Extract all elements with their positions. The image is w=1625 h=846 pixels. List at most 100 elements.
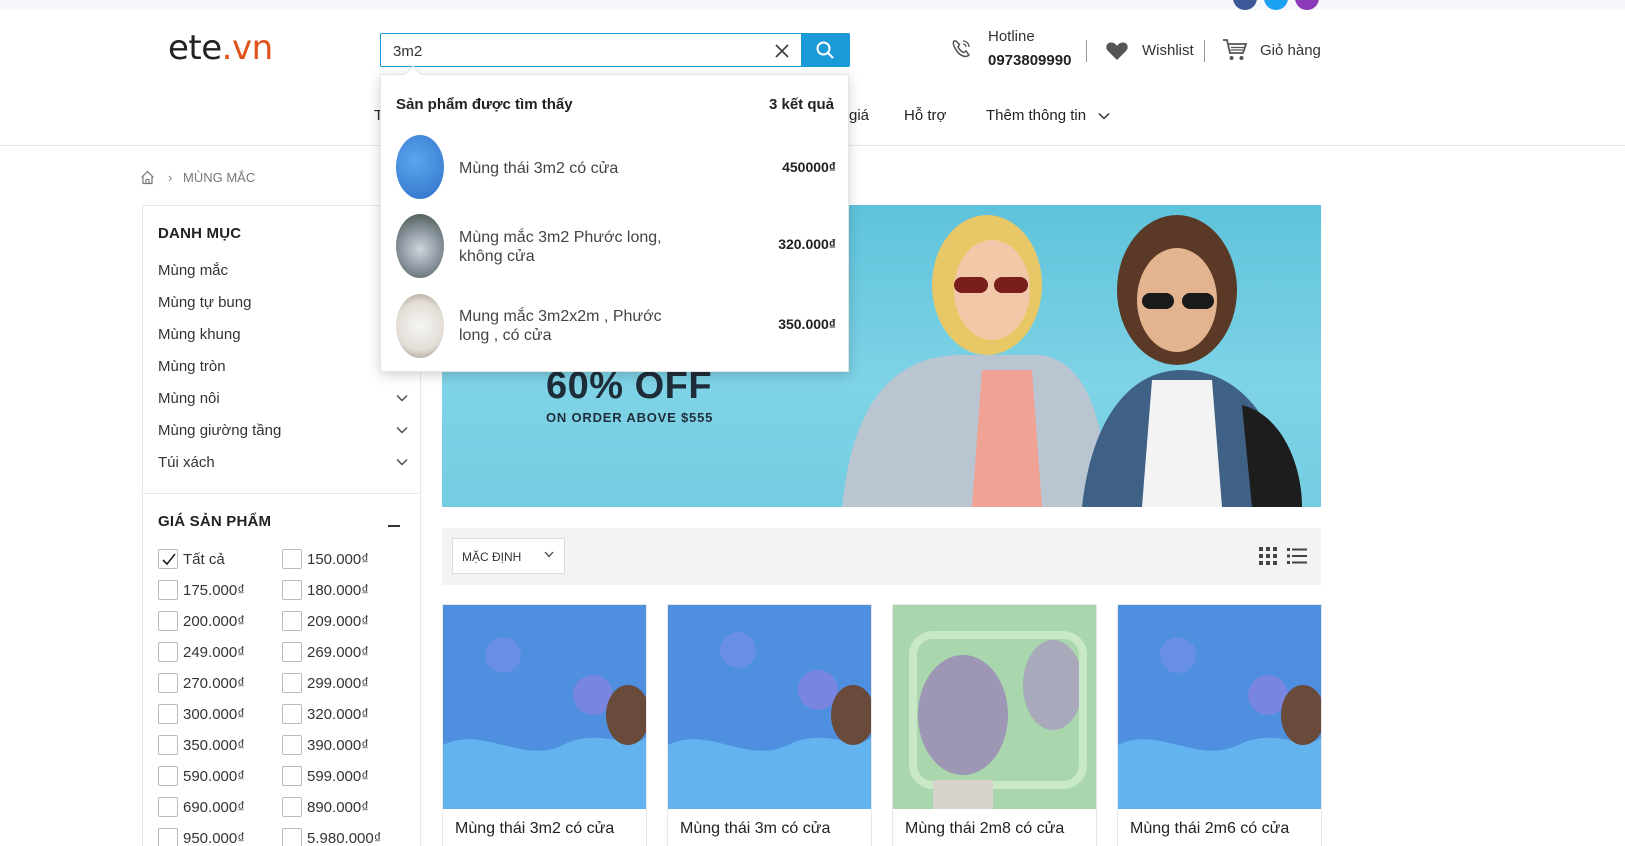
nav-item-price[interactable]: giá (849, 107, 869, 124)
divider (1204, 40, 1205, 62)
checkbox[interactable] (282, 580, 302, 600)
search-result-thumbnail (396, 294, 444, 358)
search-result-thumbnail (396, 135, 444, 199)
checkbox[interactable] (282, 735, 302, 755)
clear-search-icon[interactable] (769, 38, 795, 64)
search-results-title: Sản phẩm được tìm thấy (396, 96, 573, 113)
chevron-down-icon[interactable] (396, 426, 408, 434)
category-item[interactable]: Mùng giường tầng (158, 422, 408, 444)
category-item[interactable]: Mùng tròn (158, 358, 408, 380)
price-option-label: 390.000₫ (307, 737, 369, 754)
checkbox[interactable] (282, 828, 302, 846)
price-option-label: 590.000₫ (183, 768, 245, 785)
banner-subline: ON ORDER ABOVE $555 (546, 410, 714, 425)
price-option-label: Tất cả (183, 551, 225, 568)
heart-icon (1105, 40, 1129, 67)
checkbox[interactable] (158, 766, 178, 786)
site-logo[interactable]: ete.vn (168, 28, 273, 68)
category-label: Mùng mắc (158, 262, 229, 279)
price-option-label: 890.000₫ (307, 799, 369, 816)
breadcrumb-current: MÙNG MẮC (183, 170, 256, 185)
checkbox[interactable] (158, 797, 178, 817)
search-button[interactable] (801, 33, 850, 67)
checkbox[interactable] (282, 673, 302, 693)
category-label: Mùng tròn (158, 358, 226, 375)
search-box (380, 33, 850, 67)
chevron-down-icon[interactable] (396, 458, 408, 466)
checkbox[interactable] (282, 797, 302, 817)
price-option-label: 599.000₫ (307, 768, 369, 785)
search-result-item[interactable]: Mùng mắc 3m2 Phước long, không cửa 320.0… (396, 214, 836, 280)
category-item[interactable]: Mùng nôi (158, 390, 408, 412)
product-card[interactable]: Mùng thái 2m6 có cửa (1117, 604, 1322, 846)
product-card[interactable]: Mùng thái 2m8 có cửa (892, 604, 1097, 846)
category-label: Mùng khung (158, 326, 241, 343)
product-name[interactable]: Mùng thái 2m6 có cửa (1130, 820, 1289, 838)
category-label: Túi xách (158, 454, 215, 471)
wishlist-label: Wishlist (1142, 42, 1194, 59)
check-icon (162, 553, 176, 566)
sort-select[interactable]: MẶC ĐỊNH (452, 538, 565, 574)
checkbox[interactable] (282, 704, 302, 724)
checkbox[interactable] (158, 673, 178, 693)
price-option-label: 950.000₫ (183, 830, 245, 846)
search-result-item[interactable]: Mùng thái 3m2 có cửa 450000₫ (396, 135, 836, 201)
price-filter-panel: GIÁ SẢN PHẨM Tất cả 150.000₫ 175.000₫ 18… (142, 495, 421, 846)
product-card[interactable]: Mùng thái 3m có cửa (667, 604, 872, 846)
chevron-down-icon[interactable] (396, 394, 408, 402)
category-item[interactable]: Mùng khung (158, 326, 408, 348)
price-option-label: 350.000₫ (183, 737, 245, 754)
checkbox[interactable] (158, 611, 178, 631)
category-title: DANH MỤC (158, 225, 242, 242)
category-item[interactable]: Mùng mắc (158, 262, 408, 284)
home-icon[interactable] (140, 170, 155, 188)
checkbox[interactable] (158, 828, 178, 846)
price-option-label: 150.000₫ (307, 551, 369, 568)
list-view-icon[interactable] (1287, 547, 1307, 570)
dropdown-caret (404, 65, 422, 83)
grid-view-icon[interactable] (1259, 547, 1277, 570)
product-name[interactable]: Mùng thái 3m có cửa (680, 820, 830, 838)
product-name[interactable]: Mùng thái 3m2 có cửa (455, 820, 614, 838)
price-option-label: 249.000₫ (183, 644, 245, 661)
logo-domain: .vn (221, 28, 273, 68)
checkbox-checked[interactable] (158, 549, 178, 569)
search-results-dropdown: Sản phẩm được tìm thấy 3 kết quả Mùng th… (380, 65, 849, 372)
category-item[interactable]: Túi xách (158, 454, 408, 476)
checkbox[interactable] (282, 549, 302, 569)
nav-item-more-info[interactable]: Thêm thông tin (986, 107, 1110, 124)
category-label: Mùng tự bung (158, 294, 252, 311)
checkbox[interactable] (158, 704, 178, 724)
sort-toolbar: MẶC ĐỊNH (442, 528, 1321, 585)
checkbox[interactable] (158, 642, 178, 662)
price-option-label: 209.000₫ (307, 613, 369, 630)
search-input[interactable] (393, 40, 763, 62)
hotline-number[interactable]: 0973809990 (988, 52, 1071, 69)
nav-item-support[interactable]: Hỗ trợ (904, 107, 946, 124)
price-option-label: 300.000₫ (183, 706, 245, 723)
product-card[interactable]: Mùng thái 3m2 có cửa (442, 604, 647, 846)
facebook-icon[interactable] (1233, 0, 1257, 10)
search-result-price: 350.000₫ (778, 316, 836, 332)
category-item[interactable]: Mùng tự bung (158, 294, 408, 316)
search-result-name: Mung mắc 3m2x2m , Phước long , có cửa (459, 308, 662, 344)
price-option-label: 180.000₫ (307, 582, 369, 599)
instagram-icon[interactable] (1295, 0, 1319, 10)
twitter-icon[interactable] (1264, 0, 1288, 10)
search-result-thumbnail (396, 214, 444, 278)
collapse-icon[interactable] (388, 525, 400, 527)
checkbox[interactable] (282, 642, 302, 662)
search-icon (816, 41, 834, 59)
search-result-price: 450000₫ (782, 159, 836, 175)
checkbox[interactable] (158, 580, 178, 600)
checkbox[interactable] (282, 766, 302, 786)
top-strip (0, 0, 1625, 10)
search-result-name: Mùng thái 3m2 có cửa (459, 160, 619, 177)
checkbox[interactable] (158, 735, 178, 755)
price-option-label: 690.000₫ (183, 799, 245, 816)
search-result-item[interactable]: Mung mắc 3m2x2m , Phước long , có cửa 35… (396, 294, 836, 360)
product-name[interactable]: Mùng thái 2m8 có cửa (905, 820, 1064, 838)
checkbox[interactable] (282, 611, 302, 631)
breadcrumb-separator: › (168, 170, 173, 185)
phone-icon (950, 38, 972, 65)
